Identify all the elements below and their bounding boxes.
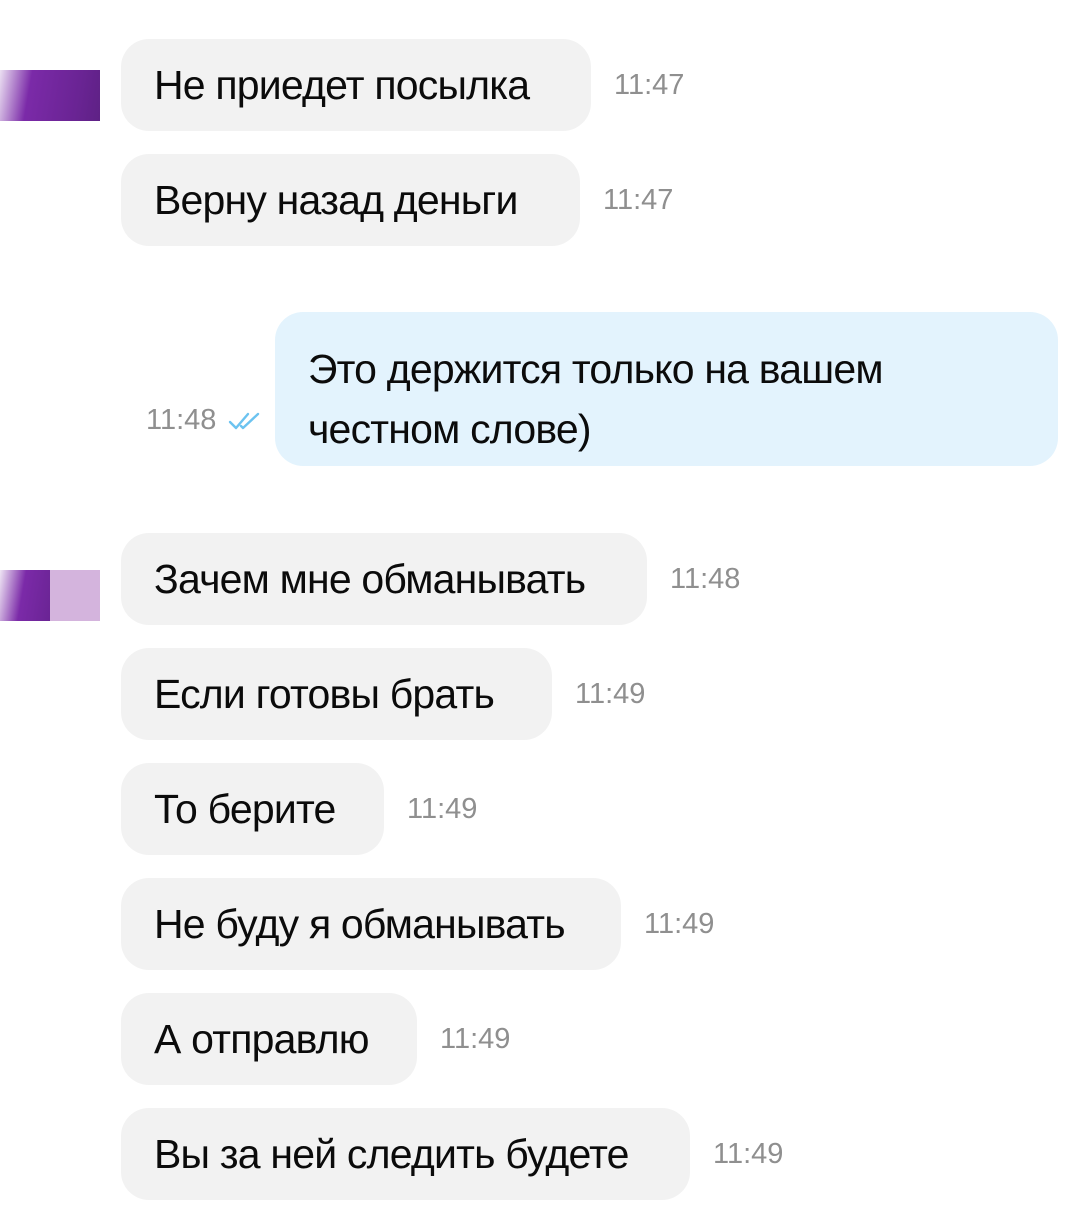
message-time: 11:49 (575, 678, 646, 710)
message-text-line: честном слове) (308, 406, 592, 452)
message-bubble-incoming[interactable]: Не буду я обманывать (121, 878, 621, 970)
message-time: 11:48 (670, 563, 741, 595)
message-time: 11:49 (644, 908, 715, 940)
avatar-segment (50, 570, 100, 621)
message-text: Верну назад деньги (154, 176, 518, 223)
message-bubble-incoming[interactable]: Вы за ней следить будете (121, 1108, 690, 1200)
message-time: 11:47 (614, 69, 685, 101)
message-time: 11:47 (603, 184, 674, 216)
message-text: Зачем мне обманывать (154, 555, 586, 602)
message-text: А отправлю (154, 1015, 370, 1062)
avatar[interactable] (0, 570, 100, 621)
message-text-line: Это держится только на вашем (308, 346, 884, 392)
message-text: То берите (154, 785, 336, 832)
message-bubble-incoming[interactable]: А отправлю (121, 993, 417, 1085)
double-check-icon (228, 412, 260, 430)
avatar[interactable] (0, 70, 100, 121)
message-text: Не приедет посылка (154, 61, 530, 108)
message-bubble-incoming[interactable]: То берите (121, 763, 384, 855)
chat-thread: Не приедет посылка 11:47 Верну назад ден… (0, 0, 1080, 1221)
message-time: 11:49 (407, 793, 478, 825)
message-time-outgoing: 11:48 (146, 404, 217, 436)
message-text: Если готовы брать (154, 670, 495, 717)
message-text: Не буду я обманывать (154, 900, 566, 947)
message-time: 11:49 (713, 1138, 784, 1170)
message-time: 11:49 (440, 1023, 511, 1055)
avatar-segment (0, 570, 50, 621)
message-bubble-incoming[interactable]: Верну назад деньги (121, 154, 580, 246)
message-text: Вы за ней следить будете (154, 1130, 629, 1177)
message-bubble-incoming[interactable]: Если готовы брать (121, 648, 552, 740)
message-bubble-incoming[interactable]: Зачем мне обманывать (121, 533, 647, 625)
message-bubble-outgoing[interactable]: Это держится только на вашем честном сло… (275, 312, 1058, 466)
message-bubble-incoming[interactable]: Не приедет посылка (121, 39, 591, 131)
